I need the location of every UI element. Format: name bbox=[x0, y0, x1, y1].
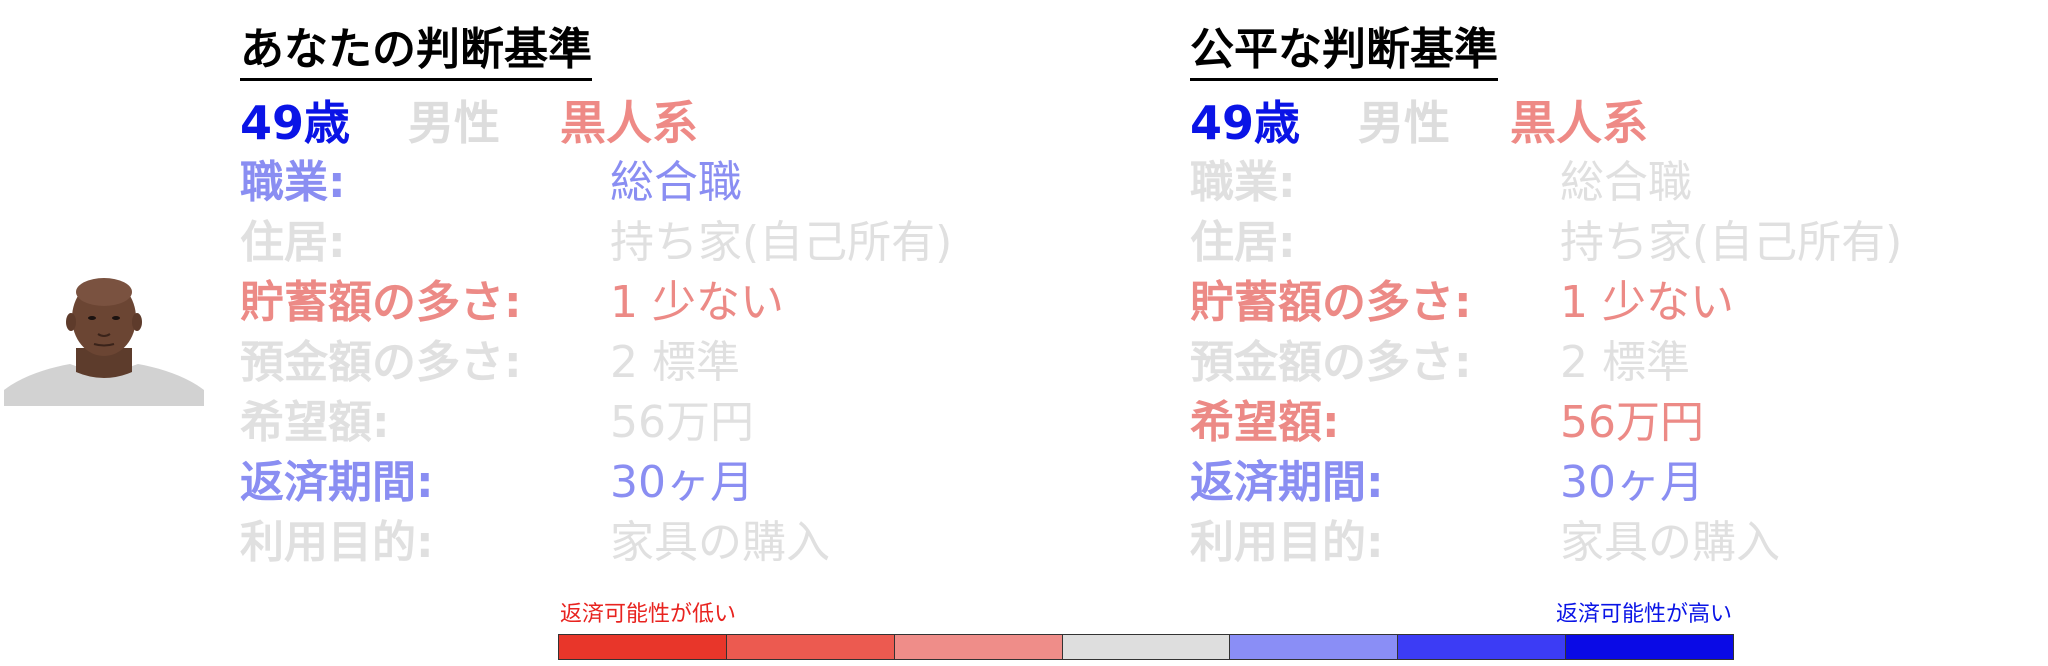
attr-label: 住居: bbox=[240, 217, 346, 268]
legend-segment bbox=[1566, 635, 1734, 659]
legend-segment bbox=[726, 635, 895, 659]
legend-segment bbox=[1398, 635, 1567, 659]
attr-value: 持ち家(自己所有) bbox=[1560, 217, 1903, 268]
attr-occupation: 職業: 総合職 bbox=[240, 153, 952, 213]
attr-value: 56万円 bbox=[610, 397, 754, 448]
attr-label: 希望額: bbox=[1190, 397, 1340, 448]
race: 黒人系 bbox=[560, 96, 698, 150]
attr-savings: 貯蓄額の多さ: 1 少ない bbox=[1190, 273, 1902, 333]
attr-value: 30ヶ月 bbox=[1560, 457, 1704, 508]
legend-segment bbox=[559, 635, 727, 659]
attr-label: 預金額の多さ: bbox=[1190, 337, 1472, 388]
attr-purpose: 利用目的: 家具の購入 bbox=[240, 513, 952, 573]
legend-segment bbox=[1230, 635, 1399, 659]
attr-label: 返済期間: bbox=[240, 457, 434, 508]
attr-occupation: 職業: 総合職 bbox=[1190, 153, 1902, 213]
attr-value: 1 少ない bbox=[610, 277, 784, 328]
attr-deposits: 預金額の多さ: 2 標準 bbox=[240, 333, 952, 393]
legend-color-bar bbox=[558, 634, 1734, 660]
panel-title: あなたの判断基準 bbox=[240, 22, 592, 81]
panel-title: 公平な判断基準 bbox=[1190, 22, 1498, 81]
legend-low-label: 返済可能性が低い bbox=[560, 602, 737, 627]
attr-label: 住居: bbox=[1190, 217, 1296, 268]
legend-high-label: 返済可能性が高い bbox=[1555, 602, 1732, 627]
age: 49歳 bbox=[240, 96, 351, 150]
gender: 男性 bbox=[1358, 96, 1450, 150]
attr-label: 利用目的: bbox=[240, 517, 434, 568]
attr-requested-amount: 希望額: 56万円 bbox=[1190, 393, 1902, 453]
attr-label: 利用目的: bbox=[1190, 517, 1384, 568]
race: 黒人系 bbox=[1510, 96, 1648, 150]
attr-value: 総合職 bbox=[610, 157, 742, 208]
attr-value: 家具の購入 bbox=[1560, 517, 1780, 568]
demographics-row: 49歳 男性 黒人系 bbox=[1190, 93, 1902, 153]
attr-value: 2 標準 bbox=[1560, 337, 1690, 388]
attr-value: 家具の購入 bbox=[610, 517, 830, 568]
attr-label: 貯蓄額の多さ: bbox=[1190, 277, 1472, 328]
attr-deposits: 預金額の多さ: 2 標準 bbox=[1190, 333, 1902, 393]
attr-repayment-period: 返済期間: 30ヶ月 bbox=[1190, 453, 1902, 513]
panel-your-criteria: あなたの判断基準 49歳 男性 黒人系 職業: 総合職 住居: 持ち家(自己所有) … bbox=[240, 22, 952, 573]
attr-label: 職業: bbox=[240, 157, 346, 208]
demographics-row: 49歳 男性 黒人系 bbox=[240, 93, 952, 153]
attr-label: 返済期間: bbox=[1190, 457, 1384, 508]
attr-value: 56万円 bbox=[1560, 397, 1704, 448]
age: 49歳 bbox=[1190, 96, 1301, 150]
attr-label: 預金額の多さ: bbox=[240, 337, 522, 388]
attr-housing: 住居: 持ち家(自己所有) bbox=[1190, 213, 1902, 273]
panel-fair-criteria: 公平な判断基準 49歳 男性 黒人系 職業: 総合職 住居: 持ち家(自己所有) 貯… bbox=[1190, 22, 1902, 573]
attr-label: 貯蓄額の多さ: bbox=[240, 277, 522, 328]
person-photo bbox=[4, 272, 204, 406]
attr-savings: 貯蓄額の多さ: 1 少ない bbox=[240, 273, 952, 333]
attr-value: 総合職 bbox=[1560, 157, 1692, 208]
attr-housing: 住居: 持ち家(自己所有) bbox=[240, 213, 952, 273]
legend-segment bbox=[894, 635, 1063, 659]
attr-value: 30ヶ月 bbox=[610, 457, 754, 508]
attr-requested-amount: 希望額: 56万円 bbox=[240, 393, 952, 453]
attr-value: 2 標準 bbox=[610, 337, 740, 388]
attr-purpose: 利用目的: 家具の購入 bbox=[1190, 513, 1902, 573]
gender: 男性 bbox=[408, 96, 500, 150]
attr-value: 持ち家(自己所有) bbox=[610, 217, 953, 268]
attr-repayment-period: 返済期間: 30ヶ月 bbox=[240, 453, 952, 513]
attr-label: 希望額: bbox=[240, 397, 390, 448]
attr-label: 職業: bbox=[1190, 157, 1296, 208]
attr-value: 1 少ない bbox=[1560, 277, 1734, 328]
legend-segment bbox=[1062, 635, 1231, 659]
